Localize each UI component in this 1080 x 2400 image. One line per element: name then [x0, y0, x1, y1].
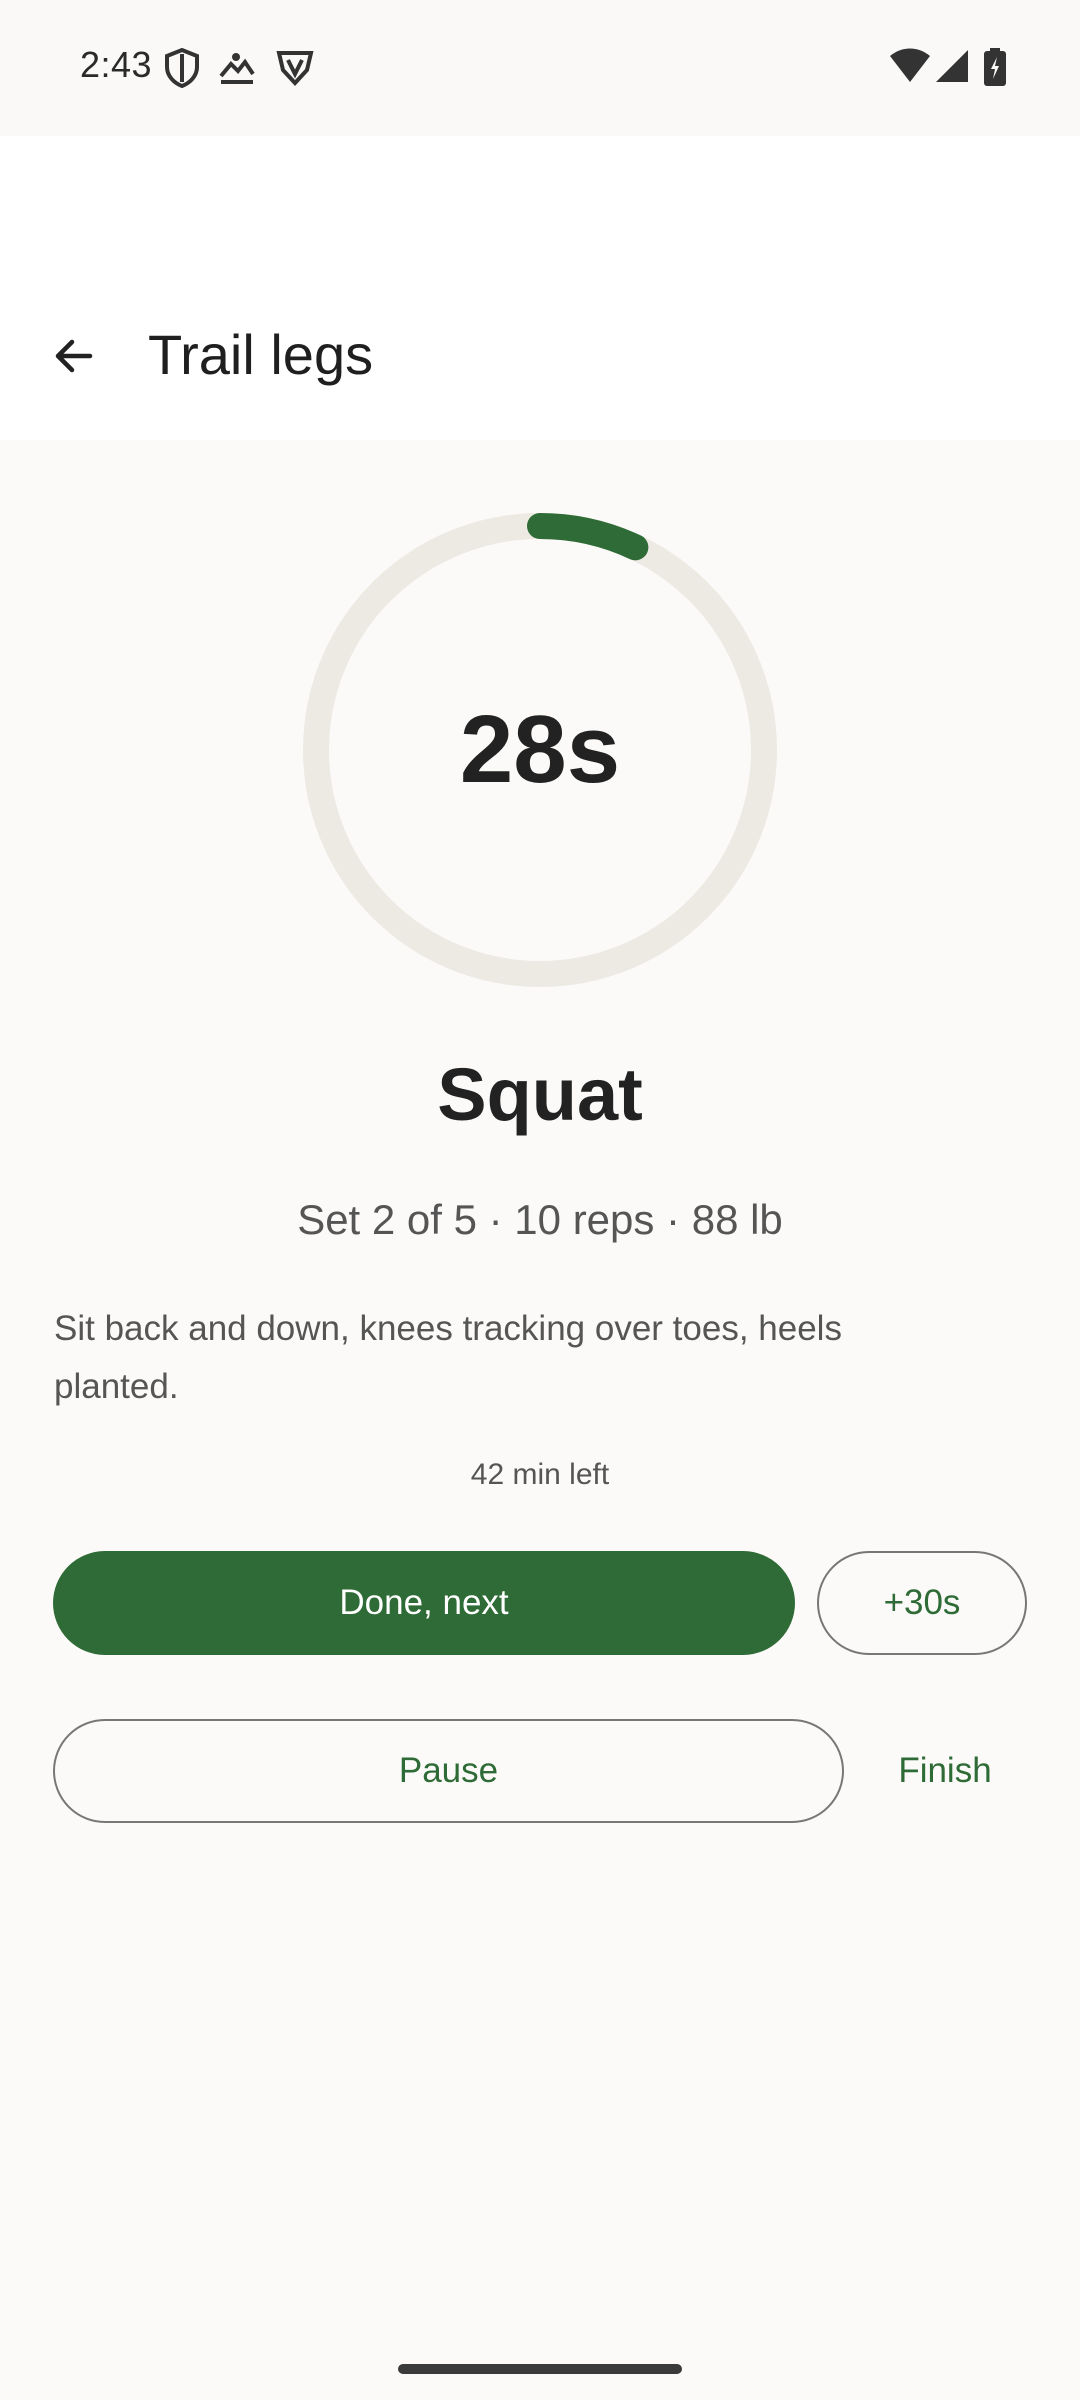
page-title: Trail legs	[148, 323, 374, 386]
battery-charging-icon	[984, 48, 1006, 86]
back-button[interactable]	[30, 312, 118, 400]
status-bar: 2:43	[0, 0, 1080, 136]
timer-value: 28s	[459, 696, 621, 803]
vpn-icon	[276, 51, 314, 86]
set-details: Set 2 of 5 · 10 reps · 88 lb	[297, 1196, 783, 1243]
arrow-back-icon	[55, 339, 93, 373]
add-30s-button[interactable]: +30s	[817, 1551, 1027, 1655]
home-indicator[interactable]	[398, 2364, 682, 2374]
wifi-icon	[890, 48, 930, 82]
pause-button[interactable]: Pause	[53, 1719, 844, 1823]
exercise-instructions: Sit back and down, knees tracking over t…	[54, 1309, 842, 1406]
gallery-icon	[219, 53, 255, 84]
app-bar	[0, 136, 1080, 440]
shield-icon	[165, 48, 199, 88]
done-next-button[interactable]: Done, next	[53, 1551, 795, 1655]
status-time: 2:43	[80, 44, 153, 85]
signal-icon	[936, 50, 968, 82]
exercise-name: Squat	[437, 1053, 643, 1136]
time-left: 42 min left	[470, 1458, 610, 1491]
finish-button[interactable]: Finish	[870, 1719, 1020, 1823]
